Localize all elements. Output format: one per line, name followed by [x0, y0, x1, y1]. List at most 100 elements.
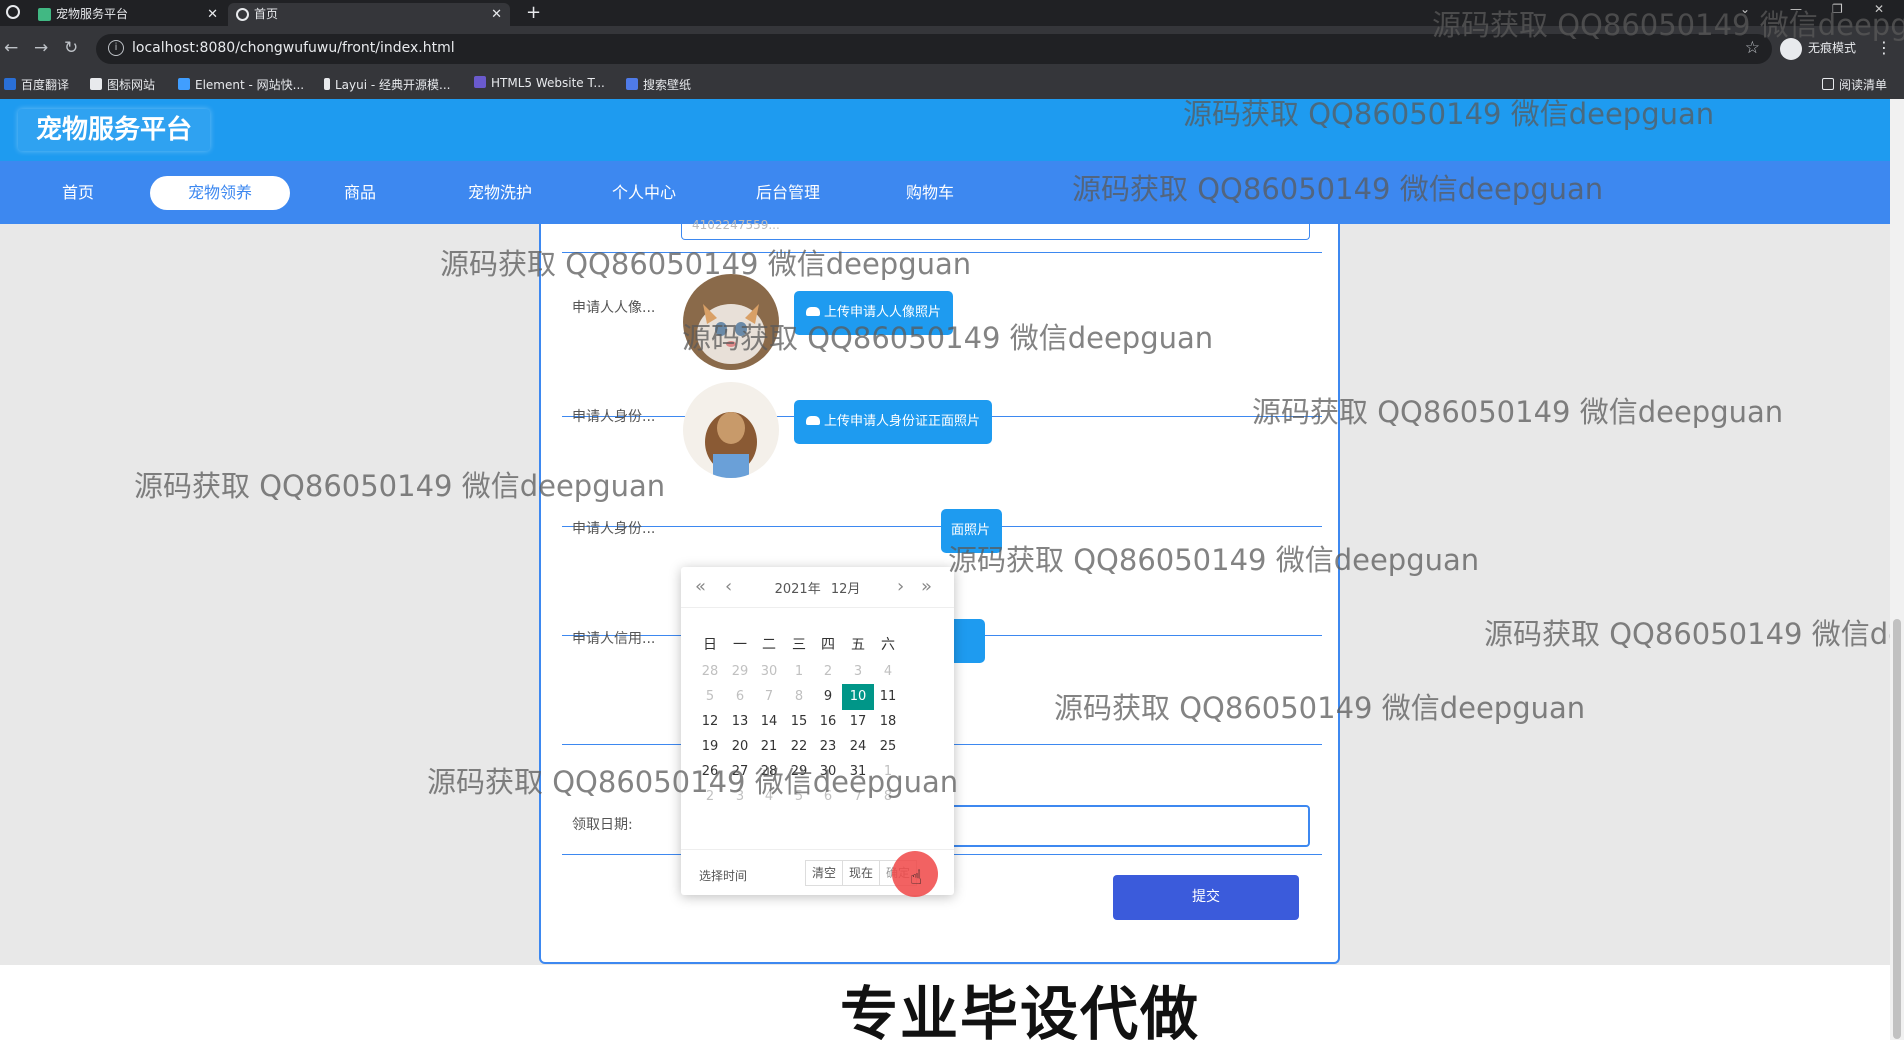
calendar-day: 8 — [794, 689, 804, 704]
tab-title: 首页 — [254, 7, 279, 21]
browser-tab-platform[interactable]: 宠物服务平台 ✕ — [30, 3, 226, 26]
nav-pet-adoption[interactable]: 宠物领养 — [150, 176, 290, 210]
close-tab-icon[interactable]: ✕ — [491, 3, 502, 26]
watermark: 源码获取 QQ86050149 微信deepguan — [948, 543, 1480, 577]
calendar-day[interactable]: 18 — [873, 711, 903, 733]
picker-month[interactable]: 12月 — [831, 582, 861, 597]
bookmark-item[interactable]: HTML5 Website T... — [474, 76, 605, 90]
watermark: 源码获取 QQ86050149 微信deepguan — [440, 247, 972, 281]
field-label-portrait: 申请人人像... — [572, 300, 656, 316]
flag-icon — [90, 78, 102, 90]
calendar-day[interactable]: 24 — [843, 736, 873, 758]
calendar-day[interactable]: 11 — [873, 686, 903, 708]
calendar-day: 7 — [764, 689, 774, 704]
watermark: 源码获取 QQ86050149 微信deepguan — [134, 469, 666, 503]
close-tab-icon[interactable]: ✕ — [207, 3, 218, 26]
tab-title: 宠物服务平台 — [56, 7, 129, 21]
bookmark-item[interactable]: Element - 网站快... — [178, 76, 304, 93]
page-scrollbar[interactable] — [1890, 99, 1904, 1040]
web-page: 宠物服务平台 首页 宠物领养 商品 宠物洗护 个人中心 后台管理 购物车 410… — [0, 99, 1890, 1040]
calendar-day[interactable]: 15 — [784, 711, 814, 733]
reading-list[interactable]: 阅读清单 — [1822, 76, 1887, 93]
bottom-caption: 专业毕设代做 — [0, 965, 1890, 1040]
calendar-day[interactable]: 14 — [754, 711, 784, 733]
vue-favicon-icon — [38, 8, 51, 21]
field-label-id-front: 申请人身份... — [572, 409, 656, 425]
bookmark-item[interactable]: 搜索壁纸 — [626, 76, 691, 93]
browser-menu-icon[interactable] — [6, 5, 20, 19]
select-time-link[interactable]: 选择时间 — [699, 867, 747, 884]
calendar-day[interactable]: 16 — [813, 711, 843, 733]
caption-text: 专业毕设代做 — [840, 980, 1201, 1040]
calendar-day[interactable]: 21 — [754, 736, 784, 758]
picker-year[interactable]: 2021年 — [775, 582, 821, 597]
calendar-day[interactable]: 13 — [725, 711, 755, 733]
nav-goods[interactable]: 商品 — [320, 176, 400, 210]
weekday-header: 三 — [792, 637, 806, 653]
calendar-day: 1 — [794, 664, 804, 679]
calendar-day[interactable]: 25 — [873, 736, 903, 758]
calendar-day[interactable]: 17 — [843, 711, 873, 733]
nav-pet-grooming[interactable]: 宠物洗护 — [450, 176, 550, 210]
calendar-day[interactable]: 23 — [813, 736, 843, 758]
next-month-icon[interactable]: › — [897, 576, 904, 597]
field-label-pickup-date: 领取日期: — [572, 817, 633, 833]
new-tab-icon[interactable]: + — [526, 2, 541, 23]
upload-id-front-button[interactable]: 上传申请人身份证正面照片 — [794, 400, 993, 444]
nav-cart[interactable]: 购物车 — [880, 176, 980, 210]
reading-list-icon — [1822, 78, 1834, 90]
translate-icon — [4, 78, 16, 90]
weekday-header: 六 — [881, 637, 895, 653]
bookmark-item[interactable]: 百度翻译 — [4, 76, 69, 93]
calendar-day: 30 — [760, 664, 778, 679]
id-number-input[interactable]: 4102247559... — [681, 218, 1310, 240]
info-icon[interactable]: i — [108, 40, 124, 56]
globe-favicon-icon — [236, 8, 249, 21]
calendar-day[interactable]: 22 — [784, 736, 814, 758]
cloud-upload-icon — [806, 416, 820, 425]
reload-icon[interactable]: ↻ — [64, 38, 78, 58]
weekday-header: 日 — [703, 637, 717, 653]
nav-home[interactable]: 首页 — [38, 176, 118, 210]
calendar-day[interactable]: 19 — [695, 736, 725, 758]
nav-admin[interactable]: 后台管理 — [738, 176, 838, 210]
element-icon — [178, 78, 190, 90]
main-nav: 首页 宠物领养 商品 宠物洗护 个人中心 后台管理 购物车 — [0, 161, 1890, 224]
clear-button[interactable]: 清空 — [805, 860, 843, 886]
calendar-day: 3 — [853, 664, 863, 679]
picker-divider — [681, 607, 954, 608]
calendar-day[interactable]: 10 — [842, 684, 874, 710]
watermark: 源码获取 QQ86050149 微信deepguan — [682, 321, 1214, 355]
next-year-icon[interactable]: » — [921, 576, 932, 597]
nav-personal-center[interactable]: 个人中心 — [594, 176, 694, 210]
watermark: 源码获取 QQ86050149 微信deepguan — [427, 765, 959, 799]
watermark: 源码获取 QQ86050149 微信deepguan — [1432, 8, 1904, 42]
id-front-photo — [683, 382, 779, 478]
watermark: 源码获取 QQ86050149 微信deepguan — [1252, 395, 1784, 429]
calendar-day: 6 — [735, 689, 745, 704]
watermark: 源码获取 QQ86050149 微信deepguan — [1054, 691, 1586, 725]
calendar-day[interactable]: 12 — [695, 711, 725, 733]
field-label-credit: 申请人信用... — [572, 631, 656, 647]
html5-icon — [474, 76, 486, 88]
forward-icon[interactable]: → — [34, 38, 48, 58]
bookmarks-bar: 百度翻译 图标网站 Element - 网站快... Layui - 经典开源模… — [0, 69, 1904, 99]
watermark: 源码获取 QQ86050149 微信deepguan — [1484, 617, 1890, 651]
layui-icon — [324, 78, 330, 90]
now-button[interactable]: 现在 — [842, 860, 880, 886]
submit-button[interactable]: 提交 — [1113, 875, 1299, 920]
watermark: 源码获取 QQ86050149 微信deepguan — [1072, 172, 1604, 206]
field-label-id-back: 申请人身份... — [572, 521, 656, 537]
weekday-header: 二 — [762, 637, 776, 653]
url-text[interactable]: localhost:8080/chongwufuwu/front/index.h… — [132, 40, 455, 56]
calendar-day[interactable]: 20 — [725, 736, 755, 758]
back-icon[interactable]: ← — [4, 38, 18, 58]
bookmark-item[interactable]: Layui - 经典开源模... — [324, 76, 450, 93]
browser-tab-home[interactable]: 首页 ✕ — [228, 3, 510, 26]
site-logo[interactable]: 宠物服务平台 — [18, 109, 211, 151]
scrollbar-thumb[interactable] — [1893, 619, 1901, 1039]
calendar-day[interactable]: 9 — [813, 686, 843, 708]
calendar-day: 2 — [823, 664, 833, 679]
date-picker-header: « ‹ 2021年 12月 › » — [681, 567, 954, 607]
bookmark-item[interactable]: 图标网站 — [90, 76, 155, 93]
